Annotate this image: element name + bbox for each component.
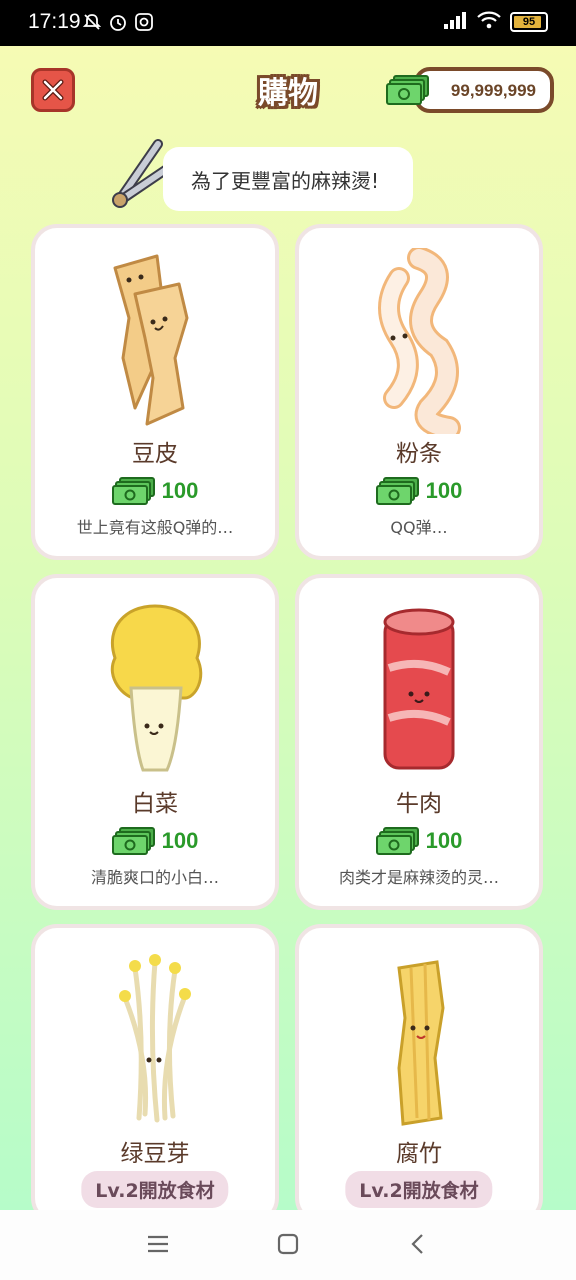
beef-roll-image <box>299 598 539 784</box>
item-description: QQ弹… <box>390 518 448 537</box>
shop-card-bean-sprouts[interactable]: 绿豆芽 Lv.2開放食材 <box>31 924 279 1224</box>
price-value: 100 <box>425 478 463 503</box>
shop-card-napa-cabbage[interactable]: 白菜 100 清脆爽口的小白… <box>31 574 279 910</box>
level-lock-badge: Lv.2開放食材 <box>81 1171 229 1208</box>
wifi-icon <box>476 10 502 34</box>
item-description: 世上竟有这般Q弹的… <box>76 518 234 537</box>
alarm-icon <box>108 12 128 36</box>
tofu-skin-image <box>35 248 275 434</box>
money-display: 99,999,999 <box>414 67 554 113</box>
item-name: 粉条 <box>396 441 442 467</box>
price-value: 100 <box>161 478 199 503</box>
signal-icon <box>442 10 468 34</box>
price-value: 100 <box>161 828 199 853</box>
item-name: 牛肉 <box>396 791 442 817</box>
battery-level: 95 <box>522 16 536 28</box>
item-name: 腐竹 <box>396 1141 442 1167</box>
speech-bubble: 為了更豐富的麻辣燙! <box>163 147 413 211</box>
settings-icon <box>134 12 154 36</box>
status-time: 17:19 <box>28 10 81 33</box>
item-description: 肉类才是麻辣烫的灵… <box>338 868 499 887</box>
tofu-stick-image <box>299 948 539 1134</box>
item-price: 100 <box>35 476 275 506</box>
item-price: 100 <box>299 476 539 506</box>
cash-icon <box>111 477 155 505</box>
shop-card-tofu-skin[interactable]: 豆皮 100 世上竟有这般Q弹的… <box>31 224 279 560</box>
cash-icon <box>375 827 419 855</box>
cash-icon <box>375 477 419 505</box>
bell-off-icon <box>82 12 102 36</box>
shop-card-vermicelli[interactable]: 粉条 100 QQ弹… <box>295 224 543 560</box>
item-price: 100 <box>35 826 275 856</box>
shop-card-tofu-stick[interactable]: 腐竹 Lv.2開放食材 <box>295 924 543 1224</box>
item-description: 清脆爽口的小白… <box>90 868 219 887</box>
back-icon[interactable] <box>406 1232 430 1260</box>
item-name: 白菜 <box>132 791 178 817</box>
money-value: 99,999,999 <box>450 81 536 100</box>
vermicelli-image <box>299 248 539 434</box>
home-icon[interactable] <box>276 1232 300 1260</box>
bean-sprouts-image <box>35 948 275 1134</box>
item-name: 绿豆芽 <box>120 1141 190 1167</box>
shop-card-beef[interactable]: 牛肉 100 肉类才是麻辣烫的灵… <box>295 574 543 910</box>
item-name: 豆皮 <box>132 441 178 467</box>
level-lock-badge: Lv.2開放食材 <box>345 1171 493 1208</box>
cabbage-image <box>35 598 275 784</box>
system-nav-bar <box>0 1210 576 1280</box>
status-bar: 17:19 95 <box>0 0 576 46</box>
cash-icon <box>386 74 430 110</box>
price-value: 100 <box>425 828 463 853</box>
item-price: 100 <box>299 826 539 856</box>
battery-icon: 95 <box>510 12 548 32</box>
menu-icon[interactable] <box>146 1232 170 1260</box>
cash-icon <box>111 827 155 855</box>
